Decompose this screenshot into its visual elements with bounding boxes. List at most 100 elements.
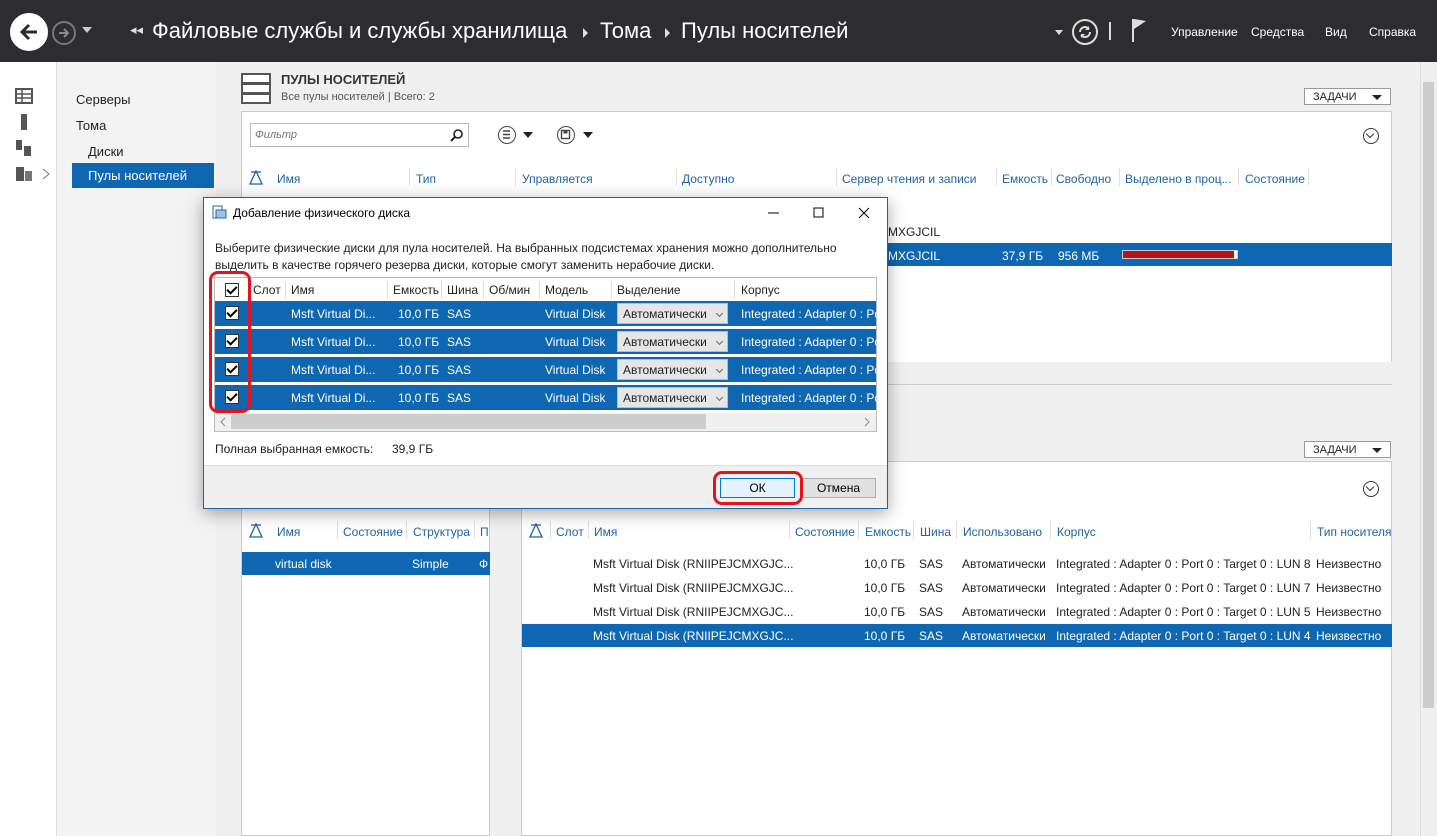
dlg-row-capacity: 10,0 ГБ — [398, 307, 440, 321]
servers-icon[interactable] — [15, 140, 33, 156]
save-query-icon[interactable] — [557, 126, 575, 144]
notifications-flag-icon[interactable] — [1130, 17, 1148, 43]
dlg-col-rpm[interactable]: Об/мин — [489, 283, 530, 297]
list-view-icon[interactable] — [498, 126, 516, 144]
pd-col-bus[interactable]: Шина — [920, 525, 951, 539]
scroll-right-icon[interactable] — [863, 417, 871, 427]
refresh-icon[interactable] — [1072, 19, 1098, 45]
vertical-scrollbar-thumb[interactable] — [1423, 82, 1434, 708]
pd-row-name: Msft Virtual Disk (RNIIPEJCMXGJC... — [593, 581, 794, 595]
dlg-col-slot[interactable]: Слот — [253, 283, 281, 297]
filter-field[interactable] — [250, 123, 469, 147]
dlg-row-bus: SAS — [447, 307, 472, 321]
cancel-button[interactable]: Отмена — [801, 478, 876, 498]
pools-tasks-button[interactable]: ЗАДАЧИ — [1304, 88, 1391, 105]
back-button[interactable] — [10, 13, 48, 51]
minimize-button[interactable] — [751, 198, 796, 228]
chevron-down-icon — [1372, 95, 1382, 100]
tasks-label: ЗАДАЧИ — [1313, 444, 1357, 456]
menu-tools[interactable]: Средства — [1251, 25, 1304, 39]
col-rw-server[interactable]: Сервер чтения и записи — [842, 172, 977, 186]
scroll-left-icon[interactable] — [219, 417, 227, 427]
allocation-select[interactable]: Автоматически — [617, 387, 728, 408]
allocation-select[interactable]: Автоматически — [617, 331, 728, 352]
save-query-dropdown-icon[interactable] — [583, 132, 593, 138]
refresh-dropdown-icon[interactable] — [1055, 30, 1063, 35]
vd-col-layout[interactable]: Структура — [413, 525, 470, 539]
history-dropdown-icon[interactable] — [82, 27, 92, 33]
dialog-horizontal-scrollbar-thumb[interactable] — [231, 414, 706, 429]
collapse-chevron-icon[interactable] — [1363, 481, 1379, 497]
breadcrumb-file-services[interactable]: Файловые службы и службы хранилища — [152, 18, 567, 44]
menu-help[interactable]: Справка — [1369, 25, 1416, 39]
physical-disks-tasks-button[interactable]: ЗАДАЧИ — [1304, 441, 1391, 458]
storage-pool-icon — [241, 73, 271, 104]
pd-row-media: Неизвестно — [1316, 629, 1382, 643]
dlg-col-allocation[interactable]: Выделение — [617, 283, 681, 297]
warning-column-icon[interactable] — [249, 523, 263, 539]
pool-row-free: 956 МБ — [1058, 249, 1100, 263]
breadcrumb-volumes[interactable]: Тома — [600, 18, 651, 44]
menu-view[interactable]: Вид — [1325, 25, 1347, 39]
dashboard-icon[interactable] — [15, 88, 33, 104]
pd-col-capacity[interactable]: Емкость — [865, 525, 911, 539]
chevron-down-icon — [715, 309, 724, 318]
col-name[interactable]: Имя — [277, 172, 300, 186]
forward-button[interactable] — [52, 21, 76, 45]
allocation-select[interactable]: Автоматически — [617, 303, 728, 324]
dialog-title: Добавление физического диска — [233, 206, 411, 220]
vd-col-name[interactable]: Имя — [277, 525, 300, 539]
icon-strip — [0, 62, 57, 836]
dlg-col-model[interactable]: Модель — [545, 283, 588, 297]
warning-column-icon[interactable] — [529, 523, 543, 539]
expand-arrow-icon[interactable] — [42, 168, 50, 180]
pd-col-status[interactable]: Состояние — [795, 525, 855, 539]
nav-storage-pools[interactable]: Пулы носителей — [72, 163, 214, 188]
breadcrumb-storage-pools[interactable]: Пулы носителей — [681, 18, 848, 44]
server-icon[interactable] — [15, 114, 33, 130]
col-allocated[interactable]: Выделено в проц... — [1125, 172, 1232, 186]
col-free[interactable]: Свободно — [1056, 172, 1111, 186]
nav-servers[interactable]: Серверы — [76, 92, 130, 107]
file-services-icon[interactable] — [15, 166, 33, 182]
vd-col-status[interactable]: Состояние — [343, 525, 403, 539]
allocation-select[interactable]: Автоматически — [617, 359, 728, 380]
close-button[interactable] — [841, 198, 886, 228]
menu-manage[interactable]: Управление — [1171, 25, 1238, 39]
nav-volumes[interactable]: Тома — [76, 118, 106, 133]
dlg-row-capacity: 10,0 ГБ — [398, 363, 440, 377]
dlg-col-bus[interactable]: Шина — [447, 283, 478, 297]
col-type[interactable]: Тип — [416, 172, 436, 186]
col-status[interactable]: Состояние — [1245, 172, 1305, 186]
maximize-button[interactable] — [796, 198, 841, 228]
pd-col-slot[interactable]: Слот — [556, 525, 584, 539]
list-view-dropdown-icon[interactable] — [523, 132, 533, 138]
pd-row-usage: Автоматически — [962, 605, 1046, 619]
dlg-row-bus: SAS — [447, 363, 472, 377]
col-managed-by[interactable]: Управляется — [522, 172, 593, 186]
dlg-col-chassis[interactable]: Корпус — [741, 283, 780, 297]
breadcrumb-overflow-icon[interactable]: ◂◂ — [130, 22, 143, 38]
dlg-col-name[interactable]: Имя — [291, 283, 314, 297]
search-icon[interactable] — [450, 128, 464, 142]
dlg-row-model: Virtual Disk — [545, 391, 606, 405]
filter-input[interactable] — [255, 127, 435, 143]
pd-col-media-type[interactable]: Тип носителя — [1317, 525, 1391, 539]
warning-column-icon[interactable] — [249, 170, 263, 186]
vd-row-extra: Ф — [479, 557, 489, 571]
dlg-row-chassis: Integrated : Adapter 0 : Po — [741, 335, 882, 349]
pd-col-name[interactable]: Имя — [594, 525, 617, 539]
pd-row-bus: SAS — [919, 557, 944, 571]
nav-disks[interactable]: Диски — [88, 144, 124, 159]
dlg-col-capacity[interactable]: Емкость — [393, 283, 439, 297]
collapse-chevron-icon[interactable] — [1363, 128, 1379, 144]
col-available[interactable]: Доступно — [682, 172, 734, 186]
col-capacity[interactable]: Емкость — [1002, 172, 1048, 186]
pd-row-capacity: 10,0 ГБ — [864, 629, 906, 643]
pd-col-chassis[interactable]: Корпус — [1057, 525, 1096, 539]
pd-row-capacity: 10,0 ГБ — [864, 605, 906, 619]
pd-col-usage[interactable]: Использовано — [963, 525, 1042, 539]
vd-col-extra[interactable]: П — [480, 525, 489, 539]
dialog-description: Выберите физические диски для пула носит… — [215, 241, 837, 272]
pool-row-server[interactable]: MXGJCIL — [888, 225, 940, 239]
